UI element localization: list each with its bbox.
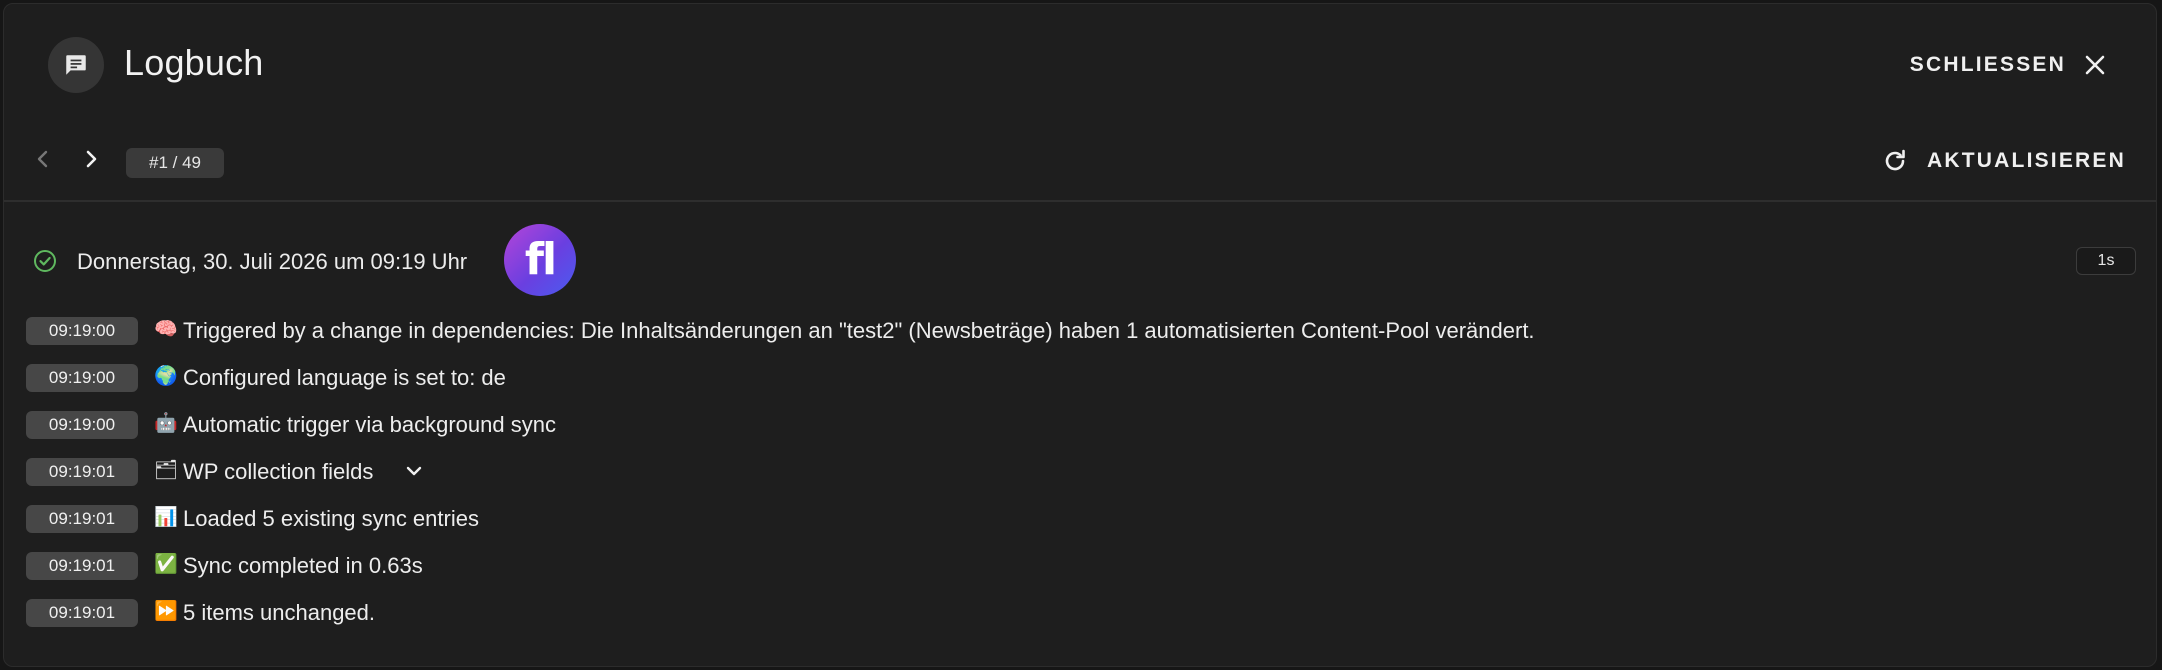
log-entry: 09:19:00 🤖 Automatic trigger via backgro…: [4, 408, 2156, 442]
page-indicator: #1 / 49: [126, 148, 224, 178]
log-entry: 09:19:01 ⏩ 5 items unchanged.: [4, 596, 2156, 630]
log-timestamp: 09:19:01: [26, 599, 138, 627]
log-message: Configured language is set to: de: [183, 365, 506, 390]
log-timestamp: 09:19:00: [26, 364, 138, 392]
refresh-icon: [1885, 149, 1905, 171]
log-timestamp: 09:19:00: [26, 411, 138, 439]
log-entry: 09:19:00 🧠 Triggered by a change in depe…: [4, 314, 2156, 348]
app-logo-text: fl: [524, 234, 557, 285]
close-button-label: SCHLIESSEN: [1909, 53, 2066, 76]
run-timestamp: Donnerstag, 30. Juli 2026 um 09:19 Uhr: [77, 249, 468, 274]
log-timestamp: 09:19:01: [26, 552, 138, 580]
duration-badge: 1s: [2076, 247, 2136, 275]
log-message: 5 items unchanged.: [183, 600, 376, 625]
logbook-dialog: Logbuch SCHLIESSEN #1 / 49 AKTUALISIEREN: [3, 3, 2157, 667]
chevron-left-icon[interactable]: [30, 146, 56, 172]
close-icon: [2085, 55, 2105, 75]
bar-chart-icon: 📊: [154, 507, 178, 528]
log-entry: 09:19:00 🌍 Configured language is set to…: [4, 361, 2156, 395]
log-message: Triggered by a change in dependencies: D…: [183, 318, 1535, 343]
check-mark-icon: ✅: [154, 554, 178, 575]
pagination-toolbar: #1 / 49 AKTUALISIEREN: [4, 134, 2156, 188]
run-summary: Donnerstag, 30. Juli 2026 um 09:19 Uhr f…: [4, 222, 2156, 300]
close-button[interactable]: SCHLIESSEN: [1910, 46, 2106, 84]
success-check-icon: [34, 250, 56, 272]
chat-list-icon: [48, 37, 104, 93]
dialog-title: Logbuch: [124, 42, 264, 83]
log-message: Loaded 5 existing sync entries: [183, 506, 479, 531]
log-timestamp: 09:19:01: [26, 505, 138, 533]
log-entry: 09:19:01 ✅ Sync completed in 0.63s: [4, 549, 2156, 583]
log-timestamp: 09:19:00: [26, 317, 138, 345]
app-logo: fl: [504, 224, 576, 296]
divider: [4, 200, 2156, 202]
refresh-button[interactable]: AKTUALISIEREN: [1881, 142, 2126, 180]
log-message: Sync completed in 0.63s: [183, 553, 423, 578]
fast-forward-icon: ⏩: [154, 601, 178, 622]
log-timestamp: 09:19:01: [26, 458, 138, 486]
chevron-down-icon[interactable]: [404, 463, 424, 479]
brain-icon: 🧠: [154, 319, 178, 340]
chevron-right-icon[interactable]: [78, 146, 104, 172]
log-entry-expandable[interactable]: 09:19:01 🗂 WP collection fields: [4, 455, 2156, 489]
log-entry: 09:19:01 📊 Loaded 5 existing sync entrie…: [4, 502, 2156, 536]
dialog-header: Logbuch SCHLIESSEN: [4, 4, 2156, 124]
globe-icon: 🌍: [154, 366, 178, 387]
refresh-button-label: AKTUALISIEREN: [1927, 149, 2126, 172]
robot-icon: 🤖: [154, 413, 178, 434]
log-message: WP collection fields: [183, 459, 374, 484]
log-message: Automatic trigger via background sync: [183, 412, 556, 437]
folder-icon: 🗂: [154, 460, 179, 481]
